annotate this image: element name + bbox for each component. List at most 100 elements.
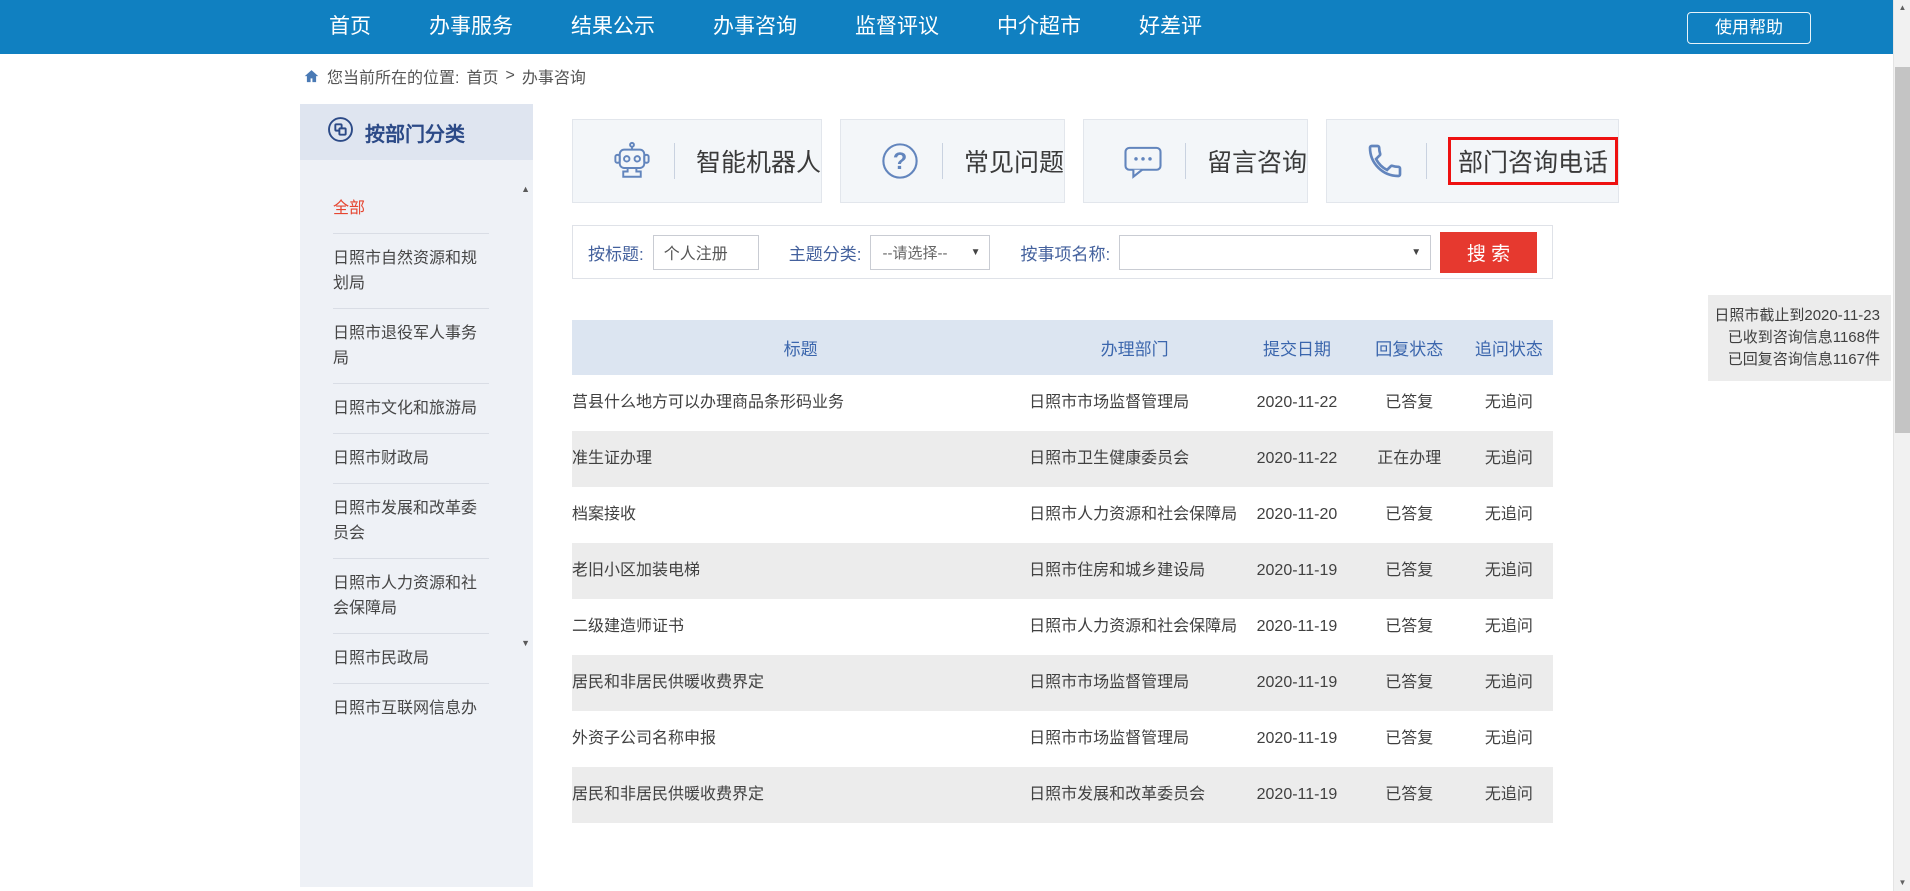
cell-title[interactable]: 莒县什么地方可以办理商品条形码业务 xyxy=(572,375,1029,431)
cell-title[interactable]: 外资子公司名称申报 xyxy=(572,711,1029,767)
table-row[interactable]: 居民和非居民供暖收费界定 日照市发展和改革委员会 2020-11-19 已答复 … xyxy=(572,767,1553,823)
category-icon xyxy=(327,116,354,148)
breadcrumb-home-link[interactable]: 首页 xyxy=(466,64,498,88)
search-bar: 按标题: 主题分类: --请选择-- ▼ 按事项名称: ▼ 搜 索 xyxy=(572,225,1553,279)
cell-followup-status: 无追问 xyxy=(1465,655,1553,711)
sidebar-item-all[interactable]: 全部 xyxy=(333,184,489,234)
sidebar-item-development-reform[interactable]: 日照市发展和改革委员会 xyxy=(333,484,489,559)
cell-title[interactable]: 老旧小区加装电梯 xyxy=(572,543,1029,599)
title-search-input[interactable] xyxy=(653,235,759,270)
cell-followup-status: 无追问 xyxy=(1465,711,1553,767)
tab-divider xyxy=(1426,143,1427,179)
cell-followup-status: 无追问 xyxy=(1465,543,1553,599)
col-header-reply-status: 回复状态 xyxy=(1354,320,1465,375)
table-row[interactable]: 二级建造师证书 日照市人力资源和社会保障局 2020-11-19 已答复 无追问 xyxy=(572,599,1553,655)
cell-followup-status: 无追问 xyxy=(1465,431,1553,487)
sidebar-item-finance[interactable]: 日照市财政局 xyxy=(333,434,489,484)
cell-department: 日照市市场监督管理局 xyxy=(1029,375,1240,431)
cell-department: 日照市人力资源和社会保障局 xyxy=(1029,599,1240,655)
sidebar-item-internet-info[interactable]: 日照市互联网信息办 xyxy=(333,684,489,733)
item-name-select[interactable]: ▼ xyxy=(1119,235,1431,270)
breadcrumb-separator: > xyxy=(505,67,514,85)
scrollbar-thumb[interactable] xyxy=(1895,67,1910,433)
stats-line-2: 已收到咨询信息1168件 xyxy=(1712,327,1880,349)
cell-reply-status: 正在办理 xyxy=(1354,431,1465,487)
cell-date: 2020-11-19 xyxy=(1240,655,1354,711)
tab-message-consult[interactable]: 留言咨询 xyxy=(1083,119,1308,203)
cell-date: 2020-11-22 xyxy=(1240,431,1354,487)
breadcrumb-current: 办事咨询 xyxy=(522,64,586,88)
cell-reply-status: 已答复 xyxy=(1354,543,1465,599)
nav-item-rating[interactable]: 好差评 xyxy=(1110,0,1231,54)
robot-icon xyxy=(611,140,653,182)
topic-category-select[interactable]: --请选择-- ▼ xyxy=(870,235,990,270)
tab-label: 智能机器人 xyxy=(696,143,821,179)
breadcrumb-prefix: 您当前所在的位置: xyxy=(327,64,459,88)
sidebar-title: 按部门分类 xyxy=(365,118,465,147)
cell-followup-status: 无追问 xyxy=(1465,487,1553,543)
table-row[interactable]: 准生证办理 日照市卫生健康委员会 2020-11-22 正在办理 无追问 xyxy=(572,431,1553,487)
sidebar-item-civil-affairs[interactable]: 日照市民政局 xyxy=(333,634,489,684)
consultation-stats-box: 日照市截止到2020-11-23 已收到咨询信息1168件 已回复咨询信息116… xyxy=(1708,295,1891,381)
tab-faq[interactable]: ? 常见问题 xyxy=(840,119,1065,203)
tab-label: 留言咨询 xyxy=(1207,143,1307,179)
sidebar-scroll-up-icon[interactable]: ▲ xyxy=(521,184,530,194)
scroll-up-icon[interactable]: ▲ xyxy=(1894,0,1910,16)
cell-title[interactable]: 准生证办理 xyxy=(572,431,1029,487)
department-sidebar: 按部门分类 全部 日照市自然资源和规划局 日照市退役军人事务局 日照市文化和旅游… xyxy=(300,104,533,887)
cell-title[interactable]: 档案接收 xyxy=(572,487,1029,543)
table-row[interactable]: 老旧小区加装电梯 日照市住房和城乡建设局 2020-11-19 已答复 无追问 xyxy=(572,543,1553,599)
cell-date: 2020-11-19 xyxy=(1240,543,1354,599)
table-row[interactable]: 外资子公司名称申报 日照市市场监督管理局 2020-11-19 已答复 无追问 xyxy=(572,711,1553,767)
cell-reply-status: 已答复 xyxy=(1354,487,1465,543)
cell-department: 日照市发展和改革委员会 xyxy=(1029,767,1240,823)
help-button[interactable]: 使用帮助 xyxy=(1687,12,1811,44)
chevron-down-icon: ▼ xyxy=(971,247,981,258)
table-row[interactable]: 档案接收 日照市人力资源和社会保障局 2020-11-20 已答复 无追问 xyxy=(572,487,1553,543)
topic-category-value: --请选择-- xyxy=(882,242,947,263)
cell-reply-status: 已答复 xyxy=(1354,375,1465,431)
nav-item-intermediary[interactable]: 中介超市 xyxy=(968,0,1110,54)
title-search-label: 按标题: xyxy=(588,240,644,265)
cell-department: 日照市市场监督管理局 xyxy=(1029,655,1240,711)
sidebar-item-human-resources[interactable]: 日照市人力资源和社会保障局 xyxy=(333,559,489,634)
consultation-table: 标题 办理部门 提交日期 回复状态 追问状态 莒县什么地方可以办理商品条形码业务… xyxy=(572,320,1553,823)
sidebar-scroll-down-icon[interactable]: ▼ xyxy=(521,638,530,648)
cell-department: 日照市人力资源和社会保障局 xyxy=(1029,487,1240,543)
nav-item-consult[interactable]: 办事咨询 xyxy=(684,0,826,54)
nav-item-supervision[interactable]: 监督评议 xyxy=(826,0,968,54)
tab-department-phone[interactable]: 部门咨询电话 xyxy=(1326,119,1619,203)
main-content: 智能机器人 ? 常见问题 xyxy=(572,119,1553,823)
cell-department: 日照市市场监督管理局 xyxy=(1029,711,1240,767)
cell-title[interactable]: 居民和非居民供暖收费界定 xyxy=(572,655,1029,711)
cell-department: 日照市卫生健康委员会 xyxy=(1029,431,1240,487)
cell-reply-status: 已答复 xyxy=(1354,767,1465,823)
cell-title[interactable]: 居民和非居民供暖收费界定 xyxy=(572,767,1029,823)
channel-tabs: 智能机器人 ? 常见问题 xyxy=(572,119,1553,203)
tab-divider xyxy=(942,143,943,179)
cell-date: 2020-11-22 xyxy=(1240,375,1354,431)
search-button[interactable]: 搜 索 xyxy=(1440,232,1537,273)
sidebar-item-culture-tourism[interactable]: 日照市文化和旅游局 xyxy=(333,384,489,434)
vertical-scrollbar[interactable]: ▲ ▼ xyxy=(1893,0,1910,891)
stats-line-3: 已回复咨询信息1167件 xyxy=(1712,349,1880,371)
topic-category-label: 主题分类: xyxy=(789,240,862,265)
cell-title[interactable]: 二级建造师证书 xyxy=(572,599,1029,655)
tab-label-highlighted: 部门咨询电话 xyxy=(1448,137,1618,185)
cell-reply-status: 已答复 xyxy=(1354,599,1465,655)
nav-item-home[interactable]: 首页 xyxy=(300,0,400,54)
cell-followup-status: 无追问 xyxy=(1465,767,1553,823)
cell-date: 2020-11-19 xyxy=(1240,711,1354,767)
tab-smart-robot[interactable]: 智能机器人 xyxy=(572,119,822,203)
sidebar-item-natural-resources[interactable]: 日照市自然资源和规划局 xyxy=(333,234,489,309)
scroll-down-icon[interactable]: ▼ xyxy=(1894,875,1910,891)
table-row[interactable]: 居民和非居民供暖收费界定 日照市市场监督管理局 2020-11-19 已答复 无… xyxy=(572,655,1553,711)
nav-item-results[interactable]: 结果公示 xyxy=(542,0,684,54)
sidebar-item-veterans[interactable]: 日照市退役军人事务局 xyxy=(333,309,489,384)
nav-item-services[interactable]: 办事服务 xyxy=(400,0,542,54)
table-header-row: 标题 办理部门 提交日期 回复状态 追问状态 xyxy=(572,320,1553,375)
table-row[interactable]: 莒县什么地方可以办理商品条形码业务 日照市市场监督管理局 2020-11-22 … xyxy=(572,375,1553,431)
home-icon xyxy=(303,68,320,85)
cell-date: 2020-11-19 xyxy=(1240,599,1354,655)
item-name-label: 按事项名称: xyxy=(1020,240,1110,265)
